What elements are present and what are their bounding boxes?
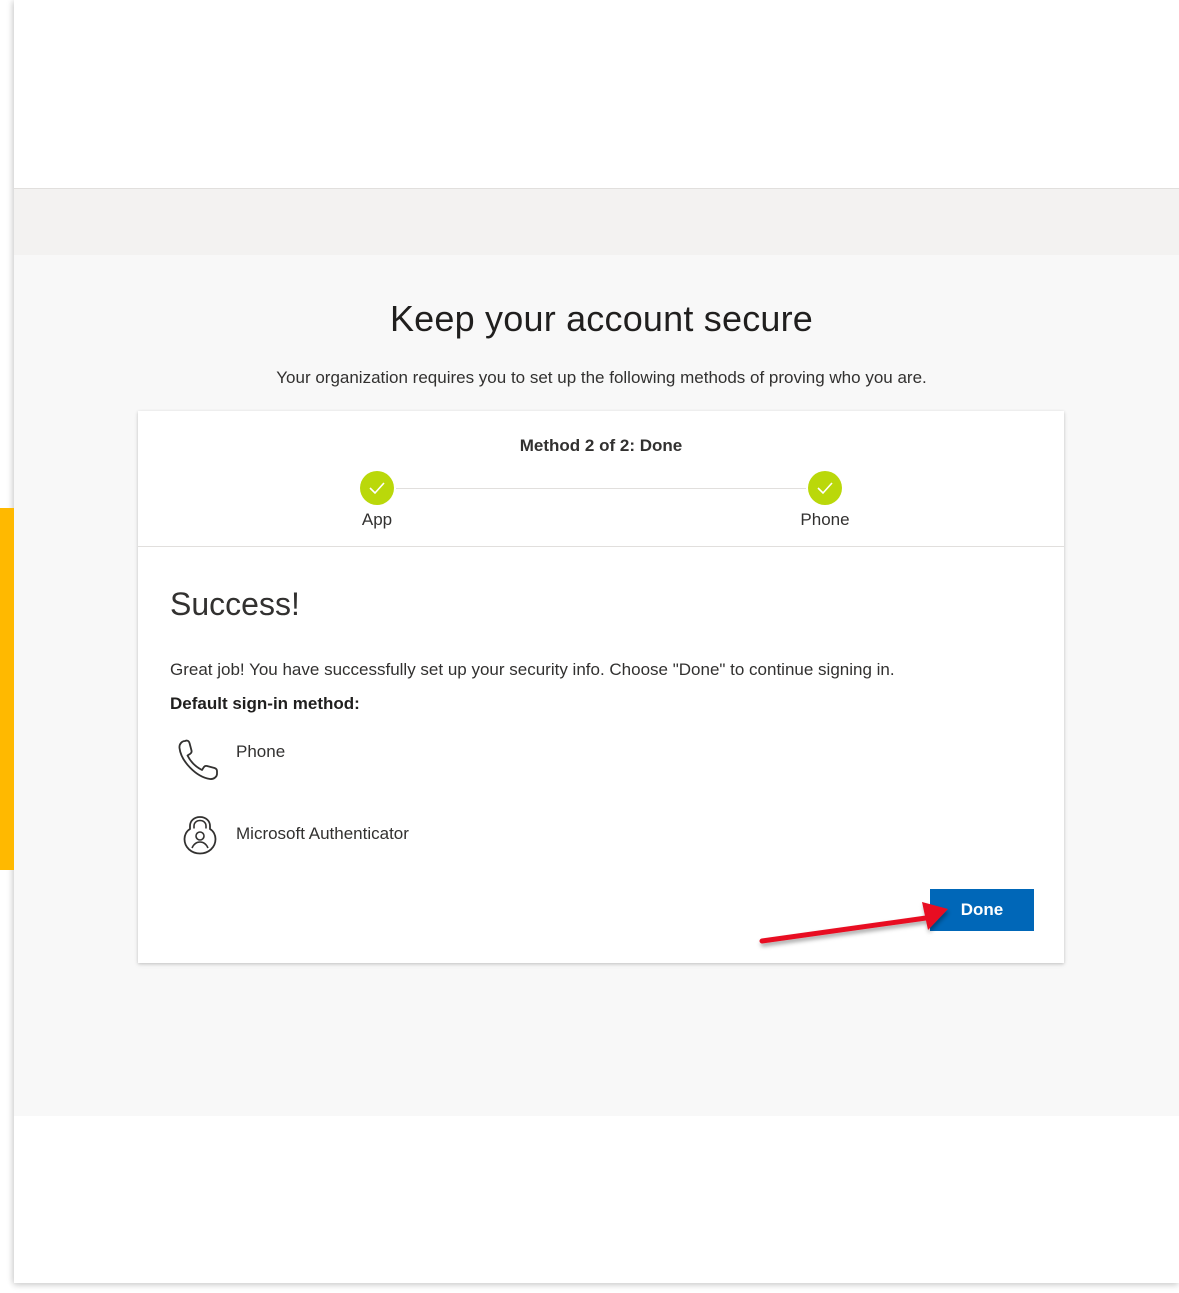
card-divider [138,546,1064,547]
progress-title: Method 2 of 2: Done [519,436,683,455]
success-heading: Success! [170,586,300,622]
side-accent-bar [0,508,14,870]
method-phone-label: Phone [236,742,286,761]
setup-card: Method 2 of 2: Done App Phone Success! G… [138,411,1064,963]
checkmark-icon [817,482,833,495]
header-band [14,189,1179,255]
footer [14,1116,1179,1283]
done-button[interactable]: Done [930,889,1034,931]
authenticator-lock-icon [183,816,217,855]
step-phone-complete-indicator [808,471,842,505]
top-header [14,0,1179,189]
checkmark-icon [369,482,385,495]
method-authenticator-label: Microsoft Authenticator [236,824,409,843]
step-app-complete-indicator [360,471,394,505]
success-message: Great job! You have successfully set up … [170,660,895,679]
default-method-label: Default sign-in method: [170,694,360,713]
page-subtitle: Your organization requires you to set up… [276,368,927,387]
phone-icon [178,739,218,780]
step-app-label: App [361,510,393,529]
page-title: Keep your account secure [389,298,814,339]
step-phone-label: Phone [800,510,850,529]
progress-connector [396,488,806,489]
